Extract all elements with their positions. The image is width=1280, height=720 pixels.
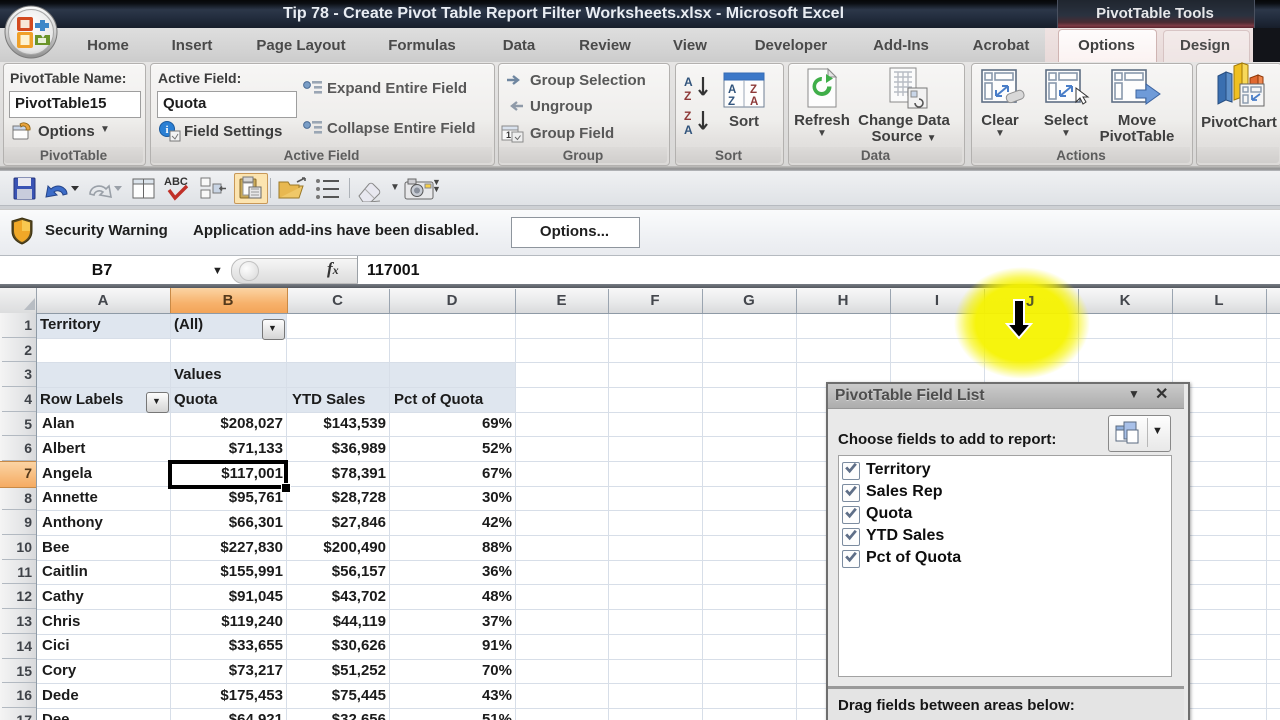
svg-text:Z: Z (684, 89, 691, 102)
svg-text:Z: Z (684, 109, 691, 123)
svg-text:A: A (728, 84, 736, 96)
svg-text:Z: Z (728, 96, 735, 108)
svg-text:A: A (750, 96, 758, 108)
svg-text:A: A (684, 75, 693, 89)
svg-text:i: i (165, 124, 168, 136)
svg-text:Z: Z (750, 84, 757, 96)
svg-text:ABC: ABC (164, 176, 188, 188)
svg-text:A: A (684, 123, 693, 136)
